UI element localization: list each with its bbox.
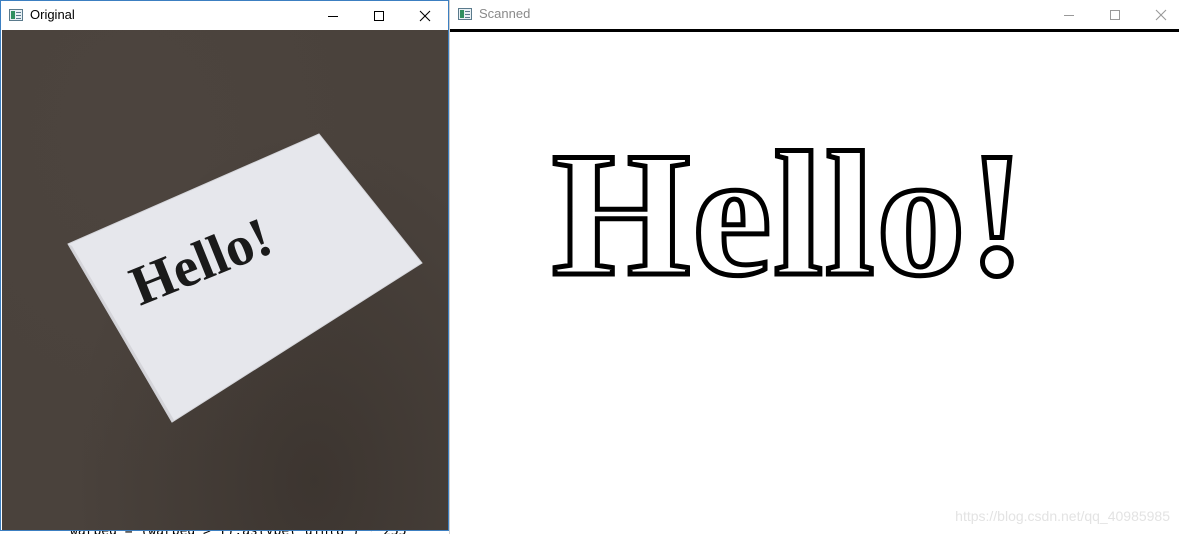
close-button[interactable] xyxy=(402,1,448,30)
scanned-titlebar[interactable]: Scanned xyxy=(450,0,1179,29)
original-titlebar[interactable]: Original xyxy=(1,1,448,30)
scanned-window-title: Scanned xyxy=(479,6,531,21)
app-window-icon xyxy=(9,9,23,21)
close-icon xyxy=(1155,9,1167,20)
minimize-icon xyxy=(1064,14,1074,16)
minimize-button[interactable] xyxy=(310,1,356,30)
maximize-icon xyxy=(374,10,384,21)
original-window[interactable]: Original Hello! xyxy=(0,0,449,531)
minimize-button[interactable] xyxy=(1046,0,1092,29)
scanned-image: Hello! https://blog.csdn.net/qq_40985985 xyxy=(450,29,1179,534)
paper-card xyxy=(67,133,423,423)
minimize-icon xyxy=(328,15,338,17)
watermark-text: https://blog.csdn.net/qq_40985985 xyxy=(955,508,1170,524)
maximize-icon xyxy=(1110,9,1120,20)
close-icon xyxy=(419,10,431,21)
close-button[interactable] xyxy=(1138,0,1179,29)
maximize-button[interactable] xyxy=(356,1,402,30)
original-image: Hello! xyxy=(2,30,448,530)
scanned-outline-text: Hello! xyxy=(552,115,1029,313)
original-window-title: Original xyxy=(30,7,75,22)
scanned-window[interactable]: Scanned Hello! https://blog.csdn.net/qq_… xyxy=(449,0,1179,534)
app-window-icon xyxy=(458,8,472,20)
maximize-button[interactable] xyxy=(1092,0,1138,29)
